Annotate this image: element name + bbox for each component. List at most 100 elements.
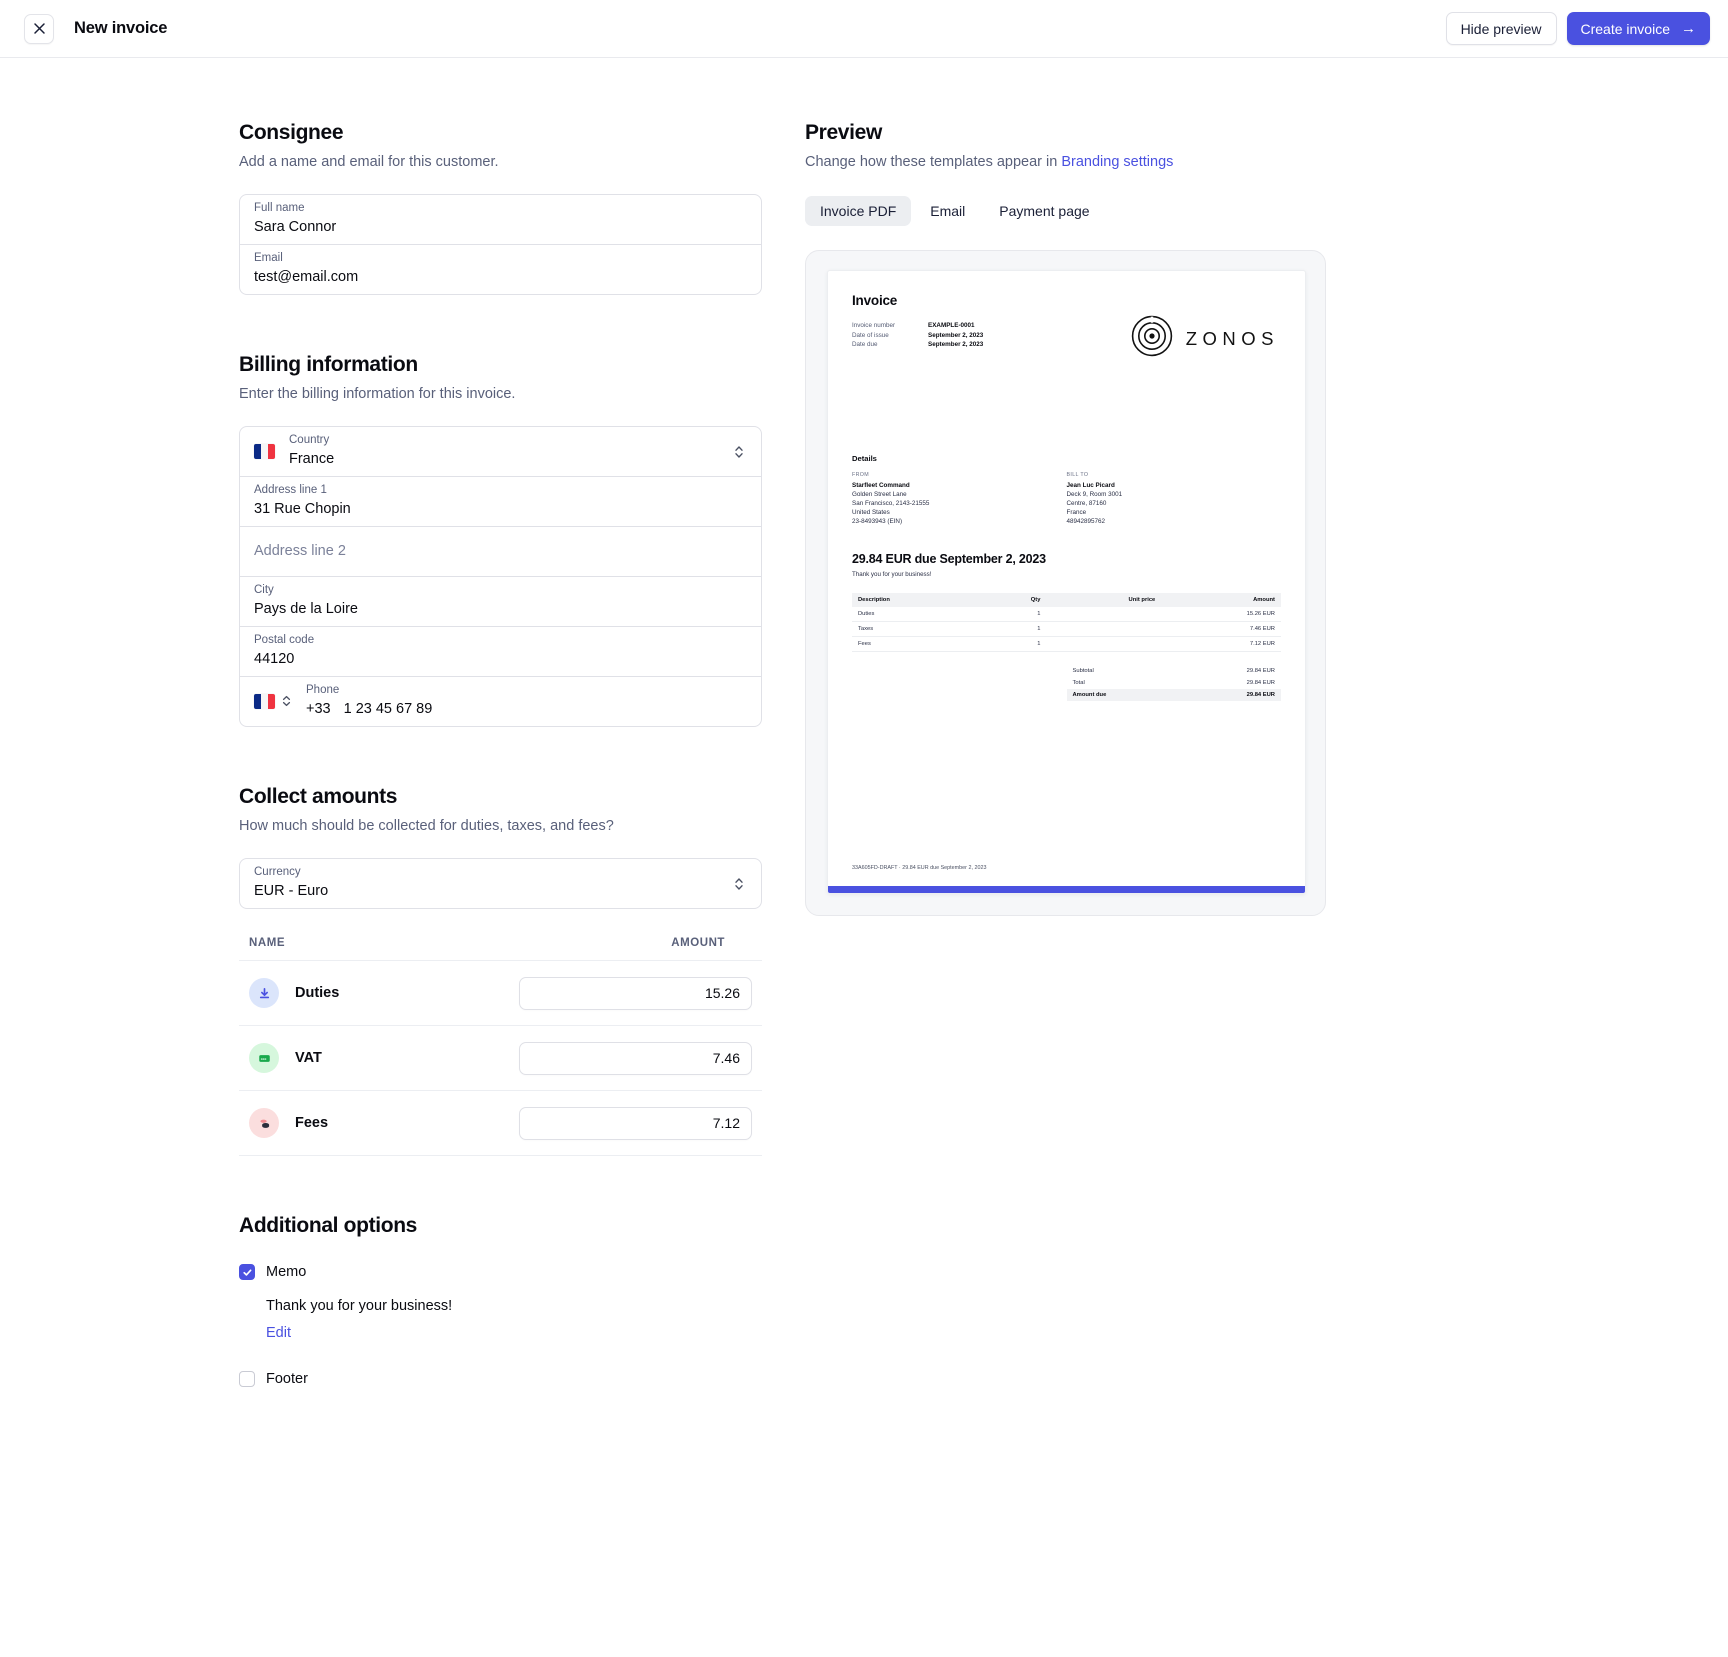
amount-due-label: Amount due bbox=[1072, 692, 1107, 698]
cell-description: Duties bbox=[852, 607, 983, 622]
preview-frame: Invoice Invoice number EXAMPLE-0001 Date… bbox=[805, 250, 1326, 916]
email-label: Email bbox=[254, 252, 283, 265]
invoice-line-items-table: Description Qty Unit price Amount Duties… bbox=[852, 593, 1281, 652]
arrow-right-icon: → bbox=[1681, 20, 1696, 37]
amount-row-name-cell: VAT bbox=[249, 1043, 519, 1073]
tab-invoice-pdf[interactable]: Invoice PDF bbox=[805, 196, 912, 226]
tab-payment-page[interactable]: Payment page bbox=[984, 196, 1104, 226]
consignee-fields: Full name Sara Connor Email test@email.c… bbox=[239, 194, 762, 295]
billto-name: Jean Luc Picard bbox=[1066, 482, 1115, 489]
fees-coins-icon bbox=[249, 1108, 279, 1138]
invoice-doc-title: Invoice bbox=[852, 293, 898, 308]
column-header-name: NAME bbox=[249, 937, 286, 949]
details-title: Details bbox=[852, 454, 877, 463]
country-label: Country bbox=[289, 434, 330, 447]
billing-subtitle: Enter the billing information for this i… bbox=[239, 386, 516, 402]
phone-country-select[interactable] bbox=[254, 693, 292, 709]
memo-option-row[interactable]: Memo bbox=[239, 1264, 762, 1280]
page-title: New invoice bbox=[74, 19, 168, 37]
cell-unit-price bbox=[1046, 607, 1162, 622]
hide-preview-button[interactable]: Hide preview bbox=[1445, 12, 1557, 45]
col-amount: Amount bbox=[1161, 593, 1281, 607]
consignee-heading: Consignee bbox=[239, 121, 344, 144]
invoice-document-preview: Invoice Invoice number EXAMPLE-0001 Date… bbox=[827, 270, 1306, 894]
meta-key: Date due bbox=[852, 341, 878, 348]
from-kicker: FROM bbox=[852, 472, 869, 478]
city-value: Pays de la Loire bbox=[254, 600, 358, 617]
preview-subtitle: Change how these templates appear in Bra… bbox=[805, 154, 1365, 170]
vat-card-icon bbox=[249, 1043, 279, 1073]
postal-code-value: 44120 bbox=[254, 650, 295, 667]
from-line: Golden Street Lane bbox=[852, 491, 907, 498]
cell-description: Fees bbox=[852, 636, 983, 652]
from-line: 23-8493943 (EIN) bbox=[852, 518, 903, 525]
table-header-row: Description Qty Unit price Amount bbox=[852, 593, 1281, 607]
address-line-1-value: 31 Rue Chopin bbox=[254, 500, 351, 517]
collect-amounts-heading: Collect amounts bbox=[239, 785, 398, 808]
table-row: Duties 1 15.26 EUR bbox=[852, 607, 1281, 622]
table-row: Fees bbox=[239, 1091, 762, 1156]
zonos-spiral-logo-icon bbox=[1131, 315, 1173, 362]
email-field[interactable]: Email test@email.com bbox=[239, 244, 762, 295]
total-value: 29.84 EUR bbox=[1246, 668, 1275, 674]
flag-fr-icon bbox=[254, 693, 275, 709]
billto-line: Deck 9, Room 3001 bbox=[1066, 491, 1123, 498]
invoice-from-block: FROM Starfleet Command Golden Street Lan… bbox=[852, 472, 1067, 525]
email-value: test@email.com bbox=[254, 268, 359, 285]
total-row: Total 29.84 EUR bbox=[1067, 677, 1282, 689]
consignee-section: Consignee Add a name and email for this … bbox=[239, 121, 762, 295]
country-value: France bbox=[289, 450, 335, 467]
vat-amount-input[interactable] bbox=[519, 1041, 752, 1075]
chevron-up-down-icon bbox=[733, 875, 745, 893]
table-row: VAT bbox=[239, 1026, 762, 1091]
footer-option-row[interactable]: Footer bbox=[239, 1371, 762, 1387]
create-invoice-button[interactable]: Create invoice → bbox=[1566, 12, 1710, 45]
total-row: Subtotal 29.84 EUR bbox=[1067, 665, 1282, 677]
country-select[interactable]: Country France bbox=[239, 426, 762, 477]
fees-amount-input[interactable] bbox=[519, 1106, 752, 1140]
amount-row-name-cell: Duties bbox=[249, 978, 519, 1008]
create-invoice-label: Create invoice bbox=[1580, 20, 1671, 37]
phone-label: Phone bbox=[306, 684, 340, 697]
table-row: Fees 1 7.12 EUR bbox=[852, 636, 1281, 652]
consignee-subtitle: Add a name and email for this customer. bbox=[239, 154, 499, 170]
memo-edit-link[interactable]: Edit bbox=[266, 1325, 762, 1341]
invoice-due-note: Thank you for your business! bbox=[852, 571, 932, 578]
cell-qty: 1 bbox=[982, 607, 1047, 622]
currency-label: Currency bbox=[254, 866, 301, 879]
meta-key: Date of issue bbox=[852, 331, 889, 339]
memo-label: Memo bbox=[266, 1264, 307, 1280]
from-line: United States bbox=[852, 509, 890, 516]
city-field[interactable]: City Pays de la Loire bbox=[239, 576, 762, 627]
cell-amount: 15.26 EUR bbox=[1161, 607, 1281, 622]
currency-field-wrap: Currency EUR - Euro bbox=[239, 858, 762, 909]
duties-download-icon bbox=[249, 978, 279, 1008]
zonos-wordmark: ZONOS bbox=[1185, 327, 1279, 349]
invoice-due-headline: 29.84 EUR due September 2, 2023 bbox=[852, 552, 1046, 566]
phone-field[interactable]: Phone +33 1 23 45 67 89 bbox=[239, 676, 762, 727]
address-line-1-field[interactable]: Address line 1 31 Rue Chopin bbox=[239, 476, 762, 527]
address-line-2-field[interactable]: Address line 2 bbox=[239, 526, 762, 577]
amount-row-name-cell: Fees bbox=[249, 1108, 519, 1138]
preview-tabs: Invoice PDF Email Payment page bbox=[805, 196, 1365, 226]
phone-number-value: 1 23 45 67 89 bbox=[343, 700, 433, 717]
billto-line: Centre, 87160 bbox=[1066, 500, 1107, 507]
tab-email[interactable]: Email bbox=[915, 196, 980, 226]
billing-fields: Country France Address line 1 31 Rue Cho… bbox=[239, 426, 762, 727]
currency-select[interactable]: Currency EUR - Euro bbox=[239, 858, 762, 909]
collect-amounts-section: Collect amounts How much should be colle… bbox=[239, 785, 762, 1156]
branding-settings-link[interactable]: Branding settings bbox=[1061, 154, 1173, 170]
cell-qty: 1 bbox=[982, 636, 1047, 652]
address-line-1-label: Address line 1 bbox=[254, 484, 327, 497]
postal-code-field[interactable]: Postal code 44120 bbox=[239, 626, 762, 677]
close-button[interactable] bbox=[24, 13, 54, 44]
amount-due-row: Amount due 29.84 EUR bbox=[1066, 689, 1281, 701]
currency-value: EUR - Euro bbox=[254, 882, 329, 899]
duties-amount-input[interactable] bbox=[519, 976, 752, 1010]
col-unit-price: Unit price bbox=[1046, 593, 1162, 607]
cell-description: Taxes bbox=[852, 621, 983, 637]
memo-checkbox[interactable] bbox=[239, 1264, 255, 1280]
billto-line: France bbox=[1066, 509, 1087, 516]
full-name-field[interactable]: Full name Sara Connor bbox=[239, 194, 762, 245]
footer-checkbox[interactable] bbox=[239, 1371, 255, 1387]
